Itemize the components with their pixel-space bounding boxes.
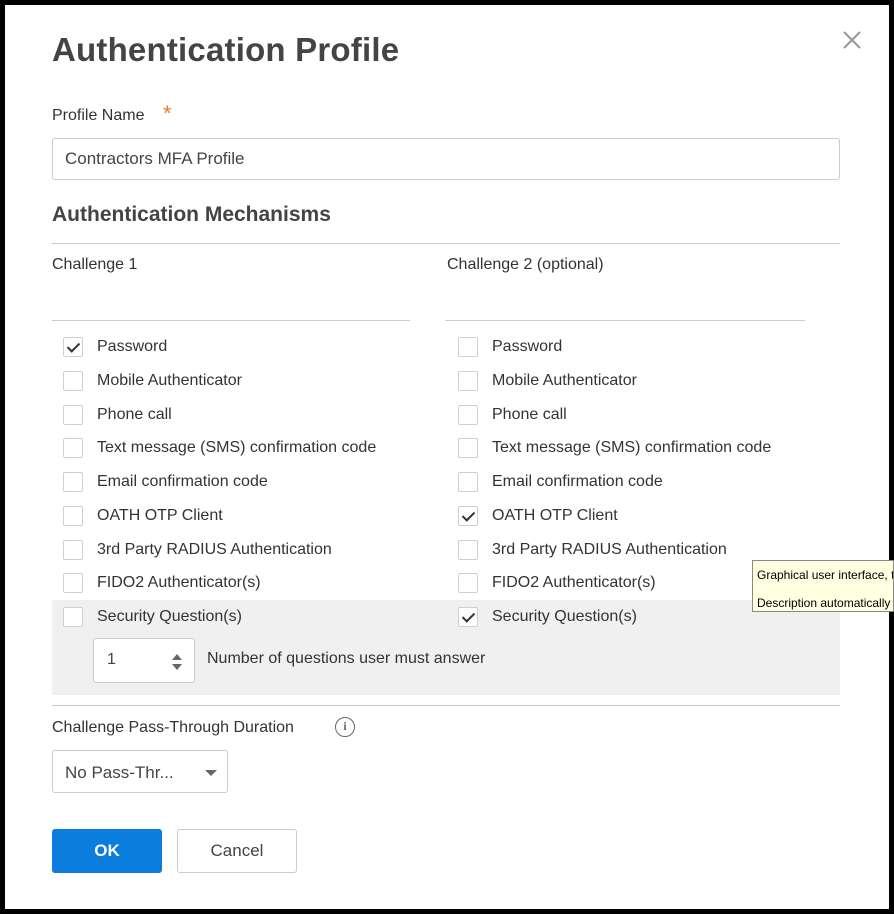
checkbox-label: Email confirmation code	[97, 473, 268, 490]
chevron-down-icon	[205, 770, 217, 776]
checkbox[interactable]	[458, 607, 478, 627]
divider	[52, 243, 840, 244]
pass-through-select[interactable]: No Pass-Thr...	[52, 750, 228, 793]
image-tooltip: Graphical user interface, t Description …	[752, 560, 894, 612]
profile-name-input[interactable]: Contractors MFA Profile	[52, 138, 840, 180]
required-indicator: *	[163, 101, 172, 126]
challenge1-option[interactable]: Text message (SMS) confirmation code	[63, 434, 376, 462]
challenge2-option[interactable]: Password	[458, 333, 562, 361]
checkbox[interactable]	[458, 337, 478, 357]
tooltip-line-2: Description automatically	[757, 596, 891, 610]
checkbox[interactable]	[458, 573, 478, 594]
challenge2-option[interactable]: OATH OTP Client	[458, 502, 618, 530]
checkbox[interactable]	[458, 505, 478, 526]
checkbox-label: Text message (SMS) confirmation code	[492, 439, 772, 457]
challenge-2-heading: Challenge 2 (optional)	[447, 256, 604, 273]
challenge1-option[interactable]: Email confirmation code	[63, 468, 268, 496]
checkbox[interactable]	[63, 370, 83, 391]
challenge2-option[interactable]: Security Question(s)	[458, 603, 637, 631]
challenge1-option[interactable]: Phone call	[63, 401, 172, 429]
checkbox-label: OATH OTP Client	[97, 506, 223, 524]
checkbox-label: FIDO2 Authenticator(s)	[492, 574, 656, 592]
checkbox-label: FIDO2 Authenticator(s)	[97, 574, 261, 592]
divider	[52, 705, 840, 706]
challenge-1-heading: Challenge 1	[52, 256, 138, 273]
checkbox[interactable]	[63, 404, 83, 425]
checkbox[interactable]	[458, 472, 478, 492]
questions-count-value: 1	[107, 651, 116, 668]
cancel-button[interactable]: Cancel	[177, 829, 297, 873]
challenge1-option[interactable]: Password	[63, 333, 167, 361]
challenge1-option[interactable]: OATH OTP Client	[63, 502, 223, 530]
checkbox-label: 3rd Party RADIUS Authentication	[492, 540, 727, 558]
checkbox[interactable]	[63, 505, 83, 526]
checkbox-label: Password	[97, 338, 168, 355]
challenge2-option[interactable]: FIDO2 Authenticator(s)	[458, 569, 656, 597]
stepper-arrows-icon[interactable]	[171, 653, 183, 671]
section-title: Authentication Mechanisms	[52, 203, 331, 226]
challenge2-option[interactable]: Email confirmation code	[458, 468, 663, 496]
checkbox[interactable]	[63, 607, 83, 627]
checkbox[interactable]	[63, 539, 83, 560]
info-icon[interactable]: i	[335, 717, 355, 737]
ok-button[interactable]: OK	[52, 829, 162, 873]
challenge1-option[interactable]: FIDO2 Authenticator(s)	[63, 569, 261, 597]
checkbox-label: Security Question(s)	[492, 608, 637, 625]
dialog-title: Authentication Profile	[52, 31, 400, 68]
close-icon[interactable]	[841, 29, 863, 51]
checkbox[interactable]	[63, 472, 83, 492]
checkbox-label: Mobile Authenticator	[492, 371, 637, 389]
challenge-1-divider	[52, 320, 410, 321]
challenge1-option[interactable]: Mobile Authenticator	[63, 367, 242, 395]
challenge2-option[interactable]: Mobile Authenticator	[458, 367, 637, 395]
challenge1-option[interactable]: 3rd Party RADIUS Authentication	[63, 536, 332, 564]
checkbox-label: Phone call	[97, 405, 172, 423]
checkbox[interactable]	[63, 438, 83, 459]
checkbox[interactable]	[63, 573, 83, 594]
checkbox[interactable]	[458, 370, 478, 391]
questions-count-label: Number of questions user must answer	[207, 650, 486, 667]
checkbox-label: Mobile Authenticator	[97, 371, 242, 389]
checkbox-label: Text message (SMS) confirmation code	[97, 439, 377, 457]
challenge2-option[interactable]: Phone call	[458, 401, 567, 429]
checkbox[interactable]	[63, 337, 83, 357]
challenge1-option[interactable]: Security Question(s)	[63, 603, 242, 631]
checkbox[interactable]	[458, 539, 478, 560]
checkbox[interactable]	[458, 404, 478, 425]
pass-through-selected: No Pass-Thr...	[65, 763, 174, 782]
challenge2-option[interactable]: Text message (SMS) confirmation code	[458, 434, 771, 462]
checkbox[interactable]	[458, 438, 478, 459]
checkbox-label: Phone call	[492, 405, 567, 423]
profile-name-label: Profile Name	[52, 107, 145, 124]
checkbox-label: OATH OTP Client	[492, 506, 618, 524]
tooltip-line-1: Graphical user interface, t	[757, 568, 894, 582]
checkbox-label: Password	[492, 338, 563, 355]
checkbox-label: 3rd Party RADIUS Authentication	[97, 540, 332, 558]
checkbox-label: Email confirmation code	[492, 473, 663, 490]
challenge-2-divider	[445, 320, 805, 321]
checkbox-label: Security Question(s)	[97, 608, 242, 625]
authentication-profile-dialog: Authentication Profile Profile Name * Co…	[5, 5, 889, 909]
challenge2-option[interactable]: 3rd Party RADIUS Authentication	[458, 536, 727, 564]
pass-through-label: Challenge Pass-Through Duration	[52, 719, 294, 736]
questions-count-stepper[interactable]: 1	[93, 638, 195, 683]
